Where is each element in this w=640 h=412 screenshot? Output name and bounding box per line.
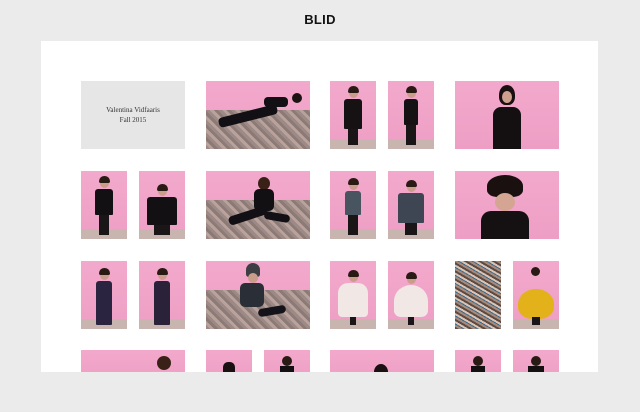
look-photo-9[interactable] xyxy=(388,171,434,239)
designer-name: Valentina Vidfaaris xyxy=(106,105,160,114)
look-photo-row4-6[interactable] xyxy=(513,350,559,372)
look-photo-5[interactable] xyxy=(81,171,127,239)
look-photo-15[interactable] xyxy=(388,261,434,329)
look-photo-4[interactable] xyxy=(455,81,559,149)
look-photo-row4-2[interactable] xyxy=(206,350,252,372)
look-photo-row4-1[interactable] xyxy=(81,350,185,372)
site-title[interactable]: BLID xyxy=(0,12,640,27)
look-photo-2[interactable] xyxy=(330,81,376,149)
look-photo-6[interactable] xyxy=(139,171,185,239)
look-photo-13[interactable] xyxy=(206,261,310,329)
look-photo-row4-5[interactable] xyxy=(455,350,501,372)
look-photo-1[interactable] xyxy=(206,81,310,149)
look-photo-row4-4[interactable] xyxy=(330,350,434,372)
look-photo-17[interactable] xyxy=(513,261,559,329)
collection-season: Fall 2015 xyxy=(119,116,147,124)
gallery-panel: Valentina Vidfaaris Fall 2015 xyxy=(41,41,598,372)
look-photo-3[interactable] xyxy=(388,81,434,149)
look-photo-16[interactable] xyxy=(455,261,501,329)
look-photo-row4-3[interactable] xyxy=(264,350,310,372)
collection-title-card[interactable]: Valentina Vidfaaris Fall 2015 xyxy=(81,81,185,149)
look-photo-7[interactable] xyxy=(206,171,310,239)
look-photo-12[interactable] xyxy=(139,261,185,329)
look-photo-11[interactable] xyxy=(81,261,127,329)
look-photo-10[interactable] xyxy=(455,171,559,239)
look-photo-8[interactable] xyxy=(330,171,376,239)
look-photo-14[interactable] xyxy=(330,261,376,329)
